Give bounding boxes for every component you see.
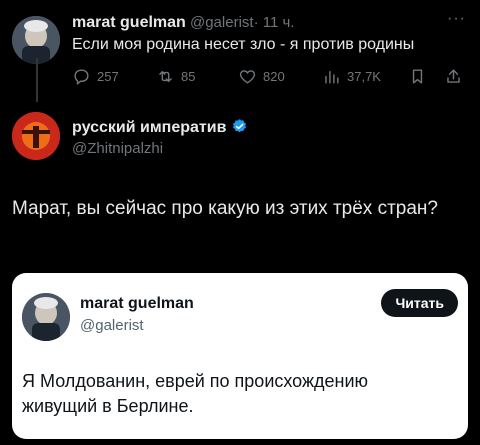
repost-button[interactable]: 85 xyxy=(156,67,238,86)
avatar-photo xyxy=(12,112,60,160)
embedded-post-text: Я Молдованин, еврей по происхождению жив… xyxy=(22,371,369,416)
author-handle[interactable]: @galerist xyxy=(190,14,254,31)
repost-icon xyxy=(159,70,172,82)
verified-badge-icon xyxy=(232,119,246,133)
reply-button[interactable]: 257 xyxy=(72,67,156,86)
action-bar: 257 85 820 37,7K xyxy=(72,64,468,88)
reply-icon xyxy=(74,68,89,85)
views-button[interactable]: 37,7K xyxy=(322,67,408,86)
avatar[interactable] xyxy=(12,16,60,64)
like-count: 820 xyxy=(263,68,285,84)
bookmark-button[interactable] xyxy=(408,67,444,86)
like-button[interactable]: 820 xyxy=(238,67,322,86)
post-text: Если моя родина несет зло - я против род… xyxy=(72,36,415,53)
thread-line xyxy=(36,58,38,102)
bookmark-icon xyxy=(412,68,423,84)
heart-icon xyxy=(239,69,256,84)
reply-text: Марат, вы сейчас про какую из этих трёх … xyxy=(12,198,438,219)
author-name[interactable]: русский императив xyxy=(72,119,226,136)
avatar[interactable] xyxy=(12,112,60,160)
read-button[interactable]: Читать xyxy=(381,289,458,317)
reply-count: 257 xyxy=(97,68,119,84)
author-name[interactable]: marat guelman xyxy=(72,14,186,31)
more-icon[interactable]: ··· xyxy=(447,10,466,28)
share-icon xyxy=(447,68,460,83)
author-handle[interactable]: @galerist xyxy=(80,317,144,334)
post-time[interactable]: 11 ч. xyxy=(263,14,295,31)
embedded-post-card[interactable]: marat guelman @galerist Читать Я Молдова… xyxy=(12,273,468,439)
avatar[interactable] xyxy=(22,293,70,341)
views-icon xyxy=(325,70,339,84)
repost-count: 85 xyxy=(181,68,196,84)
share-button[interactable] xyxy=(444,67,468,86)
reply-header: русский императив xyxy=(72,118,248,137)
separator: · xyxy=(253,14,259,31)
avatar-photo xyxy=(22,293,70,341)
author-handle[interactable]: @Zhitnipalzhi xyxy=(72,140,163,157)
author-name[interactable]: marat guelman xyxy=(80,295,194,313)
avatar-photo xyxy=(12,16,60,64)
post-header: marat guelman @galerist· 11 ч. xyxy=(72,14,294,32)
views-count: 37,7K xyxy=(347,68,381,84)
